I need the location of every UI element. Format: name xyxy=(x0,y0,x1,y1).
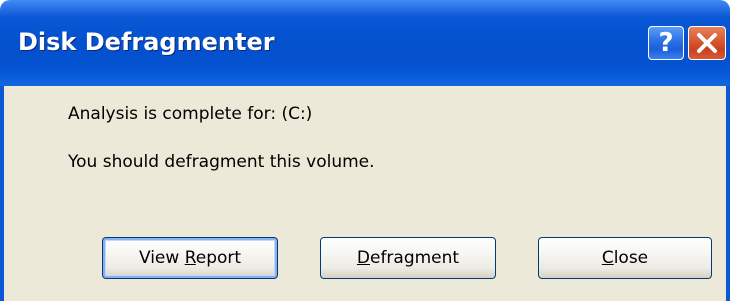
dialog-body: Analysis is complete for: (C:) You shoul… xyxy=(0,86,730,301)
defragment-button[interactable]: Defragment xyxy=(320,237,496,279)
view-report-label: View Report xyxy=(138,248,242,268)
status-message: Analysis is complete for: (C:) xyxy=(68,104,313,124)
recommendation-message: You should defragment this volume. xyxy=(68,152,375,172)
title-close-button[interactable] xyxy=(688,26,726,60)
dialog-window: Disk Defragmenter ? Analysis is complete… xyxy=(0,0,730,301)
window-title: Disk Defragmenter xyxy=(18,28,275,56)
close-icon xyxy=(697,33,717,53)
close-button[interactable]: Close xyxy=(538,237,712,279)
help-button[interactable]: ? xyxy=(648,26,684,60)
title-bar[interactable]: Disk Defragmenter ? xyxy=(0,0,730,86)
help-icon: ? xyxy=(658,28,674,58)
view-report-button[interactable]: View Report xyxy=(102,237,278,279)
defragment-label: Defragment xyxy=(356,248,460,268)
close-label: Close xyxy=(601,248,649,268)
